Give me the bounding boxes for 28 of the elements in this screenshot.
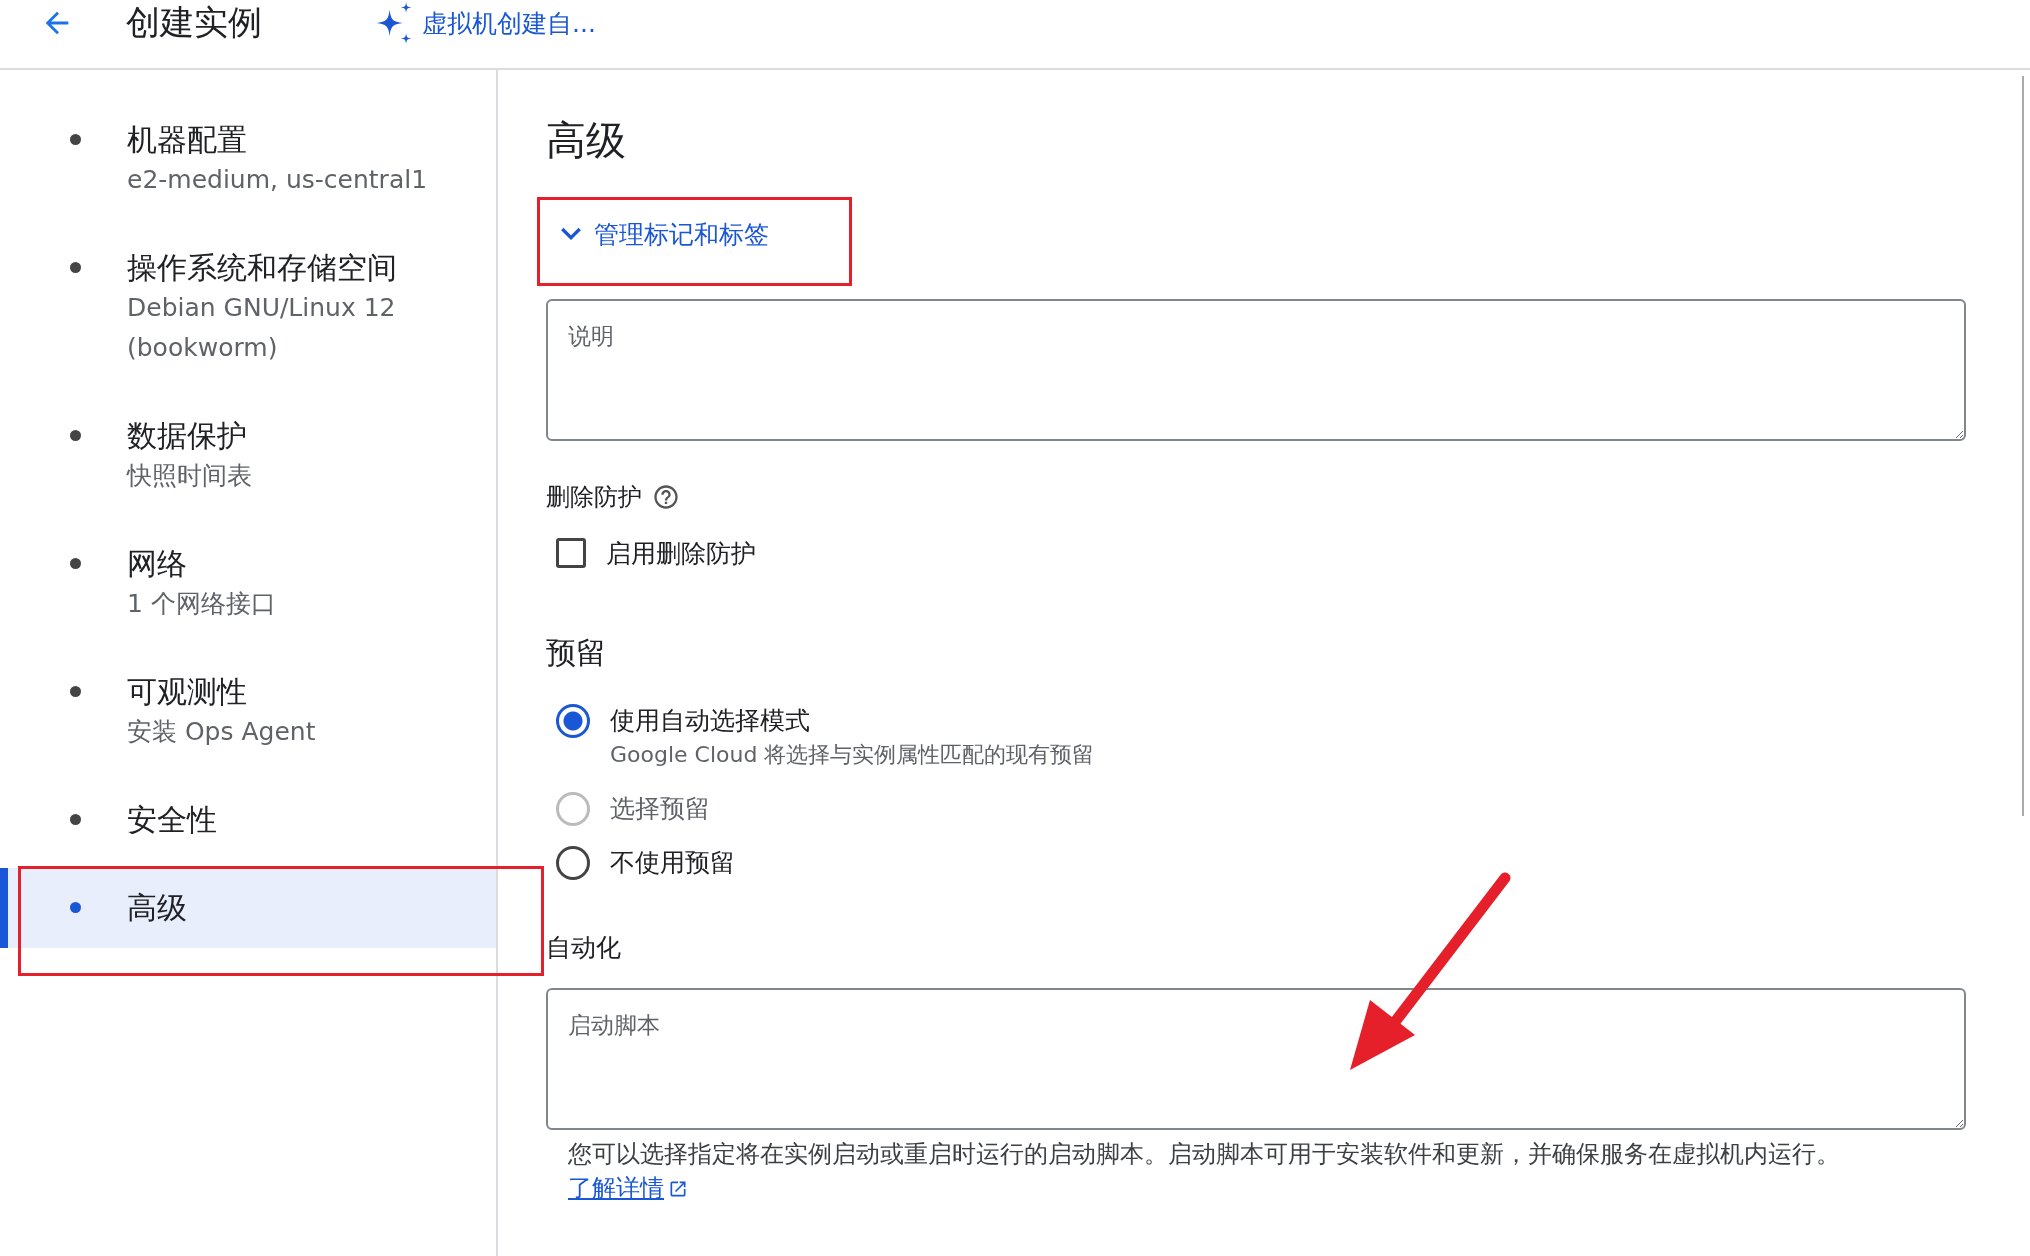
field-label: 自动化 [546,932,622,964]
help-text: 您可以选择指定将在实例启动或重启时运行的启动脚本。启动脚本可用于安装软件和更新，并确保服务在虚拟机内运行。 了解详情 [568,1139,1841,1204]
radio-button[interactable] [556,704,590,738]
sidebar-item[interactable]: 机器配置 e2-medium, us-central1 [0,114,496,206]
expander-link[interactable]: 管理标记和标签 [546,214,769,254]
checkbox-option[interactable]: 启用删除防护 [556,536,2022,570]
sidebar-item[interactable]: 安全性 [0,794,496,846]
learn-more-link[interactable]: 了解详情 [568,1174,688,1202]
sidebar-item[interactable]: 高级 [0,868,496,948]
page-title: 创建实例 [126,1,262,44]
checkbox[interactable] [556,538,586,568]
radio-button[interactable] [556,846,590,880]
radio-label: 使用自动选择模式 [610,705,811,737]
sidebar-item[interactable]: 可观测性 安装 Ops Agent [0,666,496,758]
assist-link[interactable]: 虚拟机创建自... [372,1,596,45]
sidebar-item[interactable]: 操作系统和存储空间 Debian GNU/Linux 12 (bookworm) [0,242,496,374]
section-heading: 预留 [546,634,607,672]
radio-label: 选择预留 [610,793,710,825]
field-label: 删除防护 [546,482,642,513]
section-heading: 高级 [546,116,627,165]
radio-label: 不使用预留 [610,847,735,879]
sidebar-item[interactable]: 网络 1 个网络接口 [0,538,496,630]
help-icon[interactable] [652,483,680,511]
startup-script-field[interactable]: 启动脚本 [546,988,1966,1130]
description-field[interactable]: 说明 [546,299,1966,441]
radio-hint: Google Cloud 将选择与实例属性匹配的现有预留 [610,741,1095,769]
external-link-icon [668,1179,688,1199]
sidebar-item[interactable]: 数据保护 快照时间表 [0,410,496,502]
